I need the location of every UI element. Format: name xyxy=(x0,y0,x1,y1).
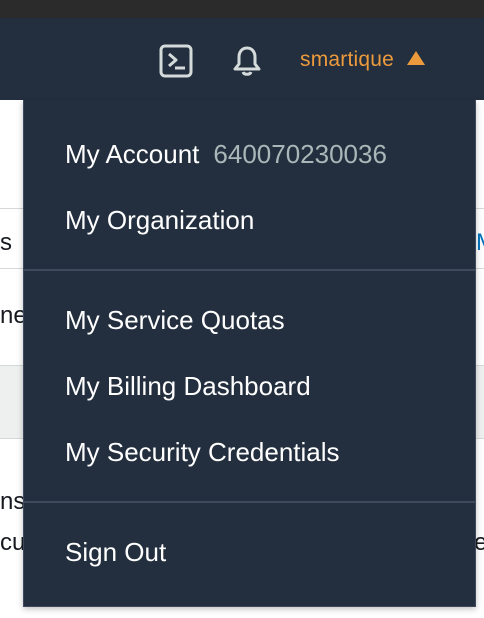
security-credentials-menu-item[interactable]: My Security Credentials xyxy=(65,436,340,468)
bell-icon[interactable] xyxy=(230,44,264,78)
menu-divider xyxy=(24,269,475,271)
caret-up-icon xyxy=(406,48,426,72)
account-menu-toggle[interactable]: smartique xyxy=(300,47,426,73)
my-organization-menu-item[interactable]: My Organization xyxy=(65,204,254,236)
top-navbar: smartique xyxy=(0,18,484,100)
account-id: 640070230036 xyxy=(213,139,387,169)
background-link[interactable]: M xyxy=(476,229,484,257)
service-quotas-menu-item[interactable]: My Service Quotas xyxy=(65,304,285,336)
my-account-label: My Account xyxy=(65,139,200,169)
background-text: s xyxy=(0,229,12,256)
menu-divider xyxy=(24,501,475,503)
account-name: smartique xyxy=(300,48,395,71)
billing-dashboard-menu-item[interactable]: My Billing Dashboard xyxy=(65,370,311,402)
background-text: ns xyxy=(0,488,26,515)
account-dropdown-menu: My Account 640070230036 My Organization M… xyxy=(23,100,476,607)
browser-top-strip xyxy=(0,0,484,18)
terminal-icon[interactable] xyxy=(159,44,193,78)
sign-out-menu-item[interactable]: Sign Out xyxy=(65,536,166,568)
my-account-menu-item[interactable]: My Account 640070230036 xyxy=(65,138,387,170)
background-text: cu xyxy=(0,529,26,556)
